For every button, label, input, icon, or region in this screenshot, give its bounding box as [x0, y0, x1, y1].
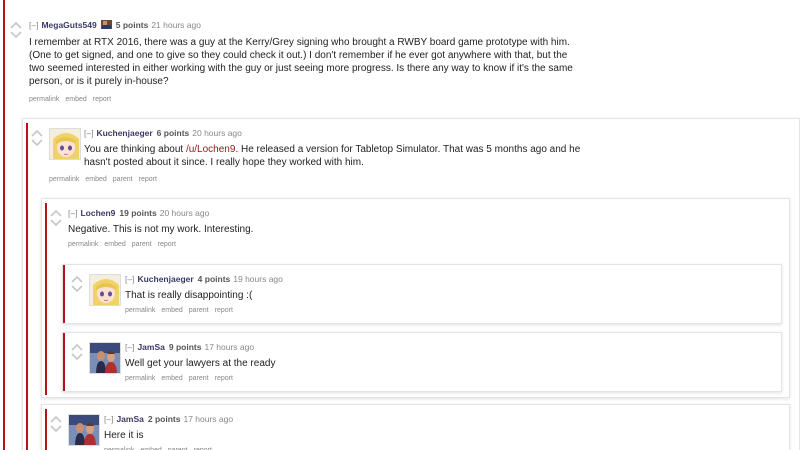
collapse-toggle[interactable]: [–]	[104, 414, 113, 424]
chevron-down-icon[interactable]	[70, 284, 84, 294]
author-link[interactable]: MegaGuts549	[41, 20, 96, 30]
report-link[interactable]: report	[139, 176, 157, 183]
embed-link[interactable]: embed	[161, 375, 182, 382]
chevron-up-icon[interactable]	[70, 342, 84, 352]
chevron-down-icon[interactable]	[30, 138, 44, 148]
timestamp: 20 hours ago	[159, 208, 210, 218]
comment-actions: permalink embed parent report	[49, 175, 163, 184]
comment-megaguts549: [–] MegaGuts549 5 points 21 hours ago I rem…	[0, 0, 800, 110]
report-link[interactable]: report	[215, 307, 233, 314]
collapse-toggle[interactable]: [–]	[29, 20, 38, 30]
comment-tagline: [–] Kuchenjaeger 6 points 20 hours ago	[84, 128, 242, 139]
comment-body: Well get your lawyers at the ready	[125, 358, 276, 369]
avatar[interactable]	[68, 414, 100, 446]
avatar[interactable]	[89, 274, 121, 306]
score: 9 points	[168, 342, 202, 352]
avatar[interactable]	[89, 342, 121, 374]
chevron-up-icon[interactable]	[30, 128, 44, 138]
embed-link[interactable]: embed	[85, 176, 106, 183]
score: 19 points	[119, 208, 157, 218]
score: 4 points	[197, 274, 231, 284]
permalink-link[interactable]: permalink	[125, 307, 155, 314]
vote-column	[9, 20, 23, 40]
report-link[interactable]: report	[215, 375, 233, 382]
author-link[interactable]: Kuchenjaeger	[137, 274, 193, 284]
parent-link[interactable]: parent	[189, 375, 209, 382]
vote-column	[49, 208, 63, 228]
comment-body: That is really disappointing :(	[125, 290, 253, 301]
embed-link[interactable]: embed	[65, 96, 86, 103]
comment-tagline: [–] Lochen9 19 points 20 hours ago	[68, 208, 209, 219]
comment-body: Here it is	[104, 430, 144, 441]
user-mention-link[interactable]: /u/Lochen9	[186, 144, 236, 155]
permalink-link[interactable]: permalink	[125, 375, 155, 382]
vote-column	[49, 414, 63, 434]
timestamp: 21 hours ago	[151, 20, 201, 30]
body-text: You are thinking about	[84, 144, 186, 155]
collapse-toggle[interactable]: [–]	[125, 274, 134, 284]
chevron-down-icon[interactable]	[49, 424, 63, 434]
comment-jamsa: [–] JamSa 9 points 17 hours ago Well get yo…	[62, 332, 782, 392]
permalink-link[interactable]: permalink	[29, 96, 59, 103]
comment-tagline: [–] JamSa 9 points 17 hours ago	[125, 342, 254, 353]
chevron-up-icon[interactable]	[9, 20, 23, 30]
vote-column	[70, 342, 84, 362]
chevron-down-icon[interactable]	[49, 218, 63, 228]
collapse-toggle[interactable]: [–]	[125, 342, 134, 352]
parent-link[interactable]: parent	[189, 307, 209, 314]
comment-actions: permalink embed parent report	[125, 374, 239, 383]
comment-kuchenjaeger-reply: [–] Kuchenjaeger 4 points 19 hours ago That…	[62, 264, 782, 324]
permalink-link[interactable]: permalink	[68, 241, 98, 248]
vote-column	[70, 274, 84, 294]
author-link[interactable]: JamSa	[137, 342, 164, 352]
parent-link[interactable]: parent	[113, 176, 133, 183]
avatar[interactable]	[49, 128, 81, 160]
timestamp: 17 hours ago	[204, 342, 255, 352]
collapse-toggle[interactable]: [–]	[84, 128, 93, 138]
comment-actions: permalink embed report	[29, 95, 117, 104]
comment-lochen9: [–] Lochen9 19 points 20 hours ago Negative…	[41, 198, 790, 258]
comment-actions: permalinkembedparentreport	[104, 446, 218, 450]
chevron-up-icon[interactable]	[49, 414, 63, 424]
comment-actions: permalink embed parent report	[125, 306, 239, 315]
score: 5 points	[115, 20, 149, 30]
comment-actions: permalink embed parent report	[68, 240, 182, 249]
score: 6 points	[156, 128, 190, 138]
timestamp: 19 hours ago	[233, 274, 283, 284]
embed-link[interactable]: embed	[104, 241, 125, 248]
permalink-link[interactable]: permalink	[49, 176, 79, 183]
user-flair-icon	[100, 20, 112, 29]
parent-link[interactable]: parent	[132, 241, 152, 248]
chevron-up-icon[interactable]	[49, 208, 63, 218]
comment-body: I remember at RTX 2016, there was a guy …	[29, 37, 573, 87]
report-link[interactable]: report	[158, 241, 176, 248]
report-link[interactable]: report	[93, 96, 111, 103]
comment-jamsa-2: [–] JamSa 2 points 17 hours ago Here it is …	[41, 404, 790, 450]
author-link[interactable]: Lochen9	[80, 208, 115, 218]
timestamp: 17 hours ago	[183, 414, 234, 424]
comment-tagline: [–] MegaGuts549 5 points 21 hours ago	[29, 20, 201, 31]
timestamp: 20 hours ago	[192, 128, 242, 138]
chevron-down-icon[interactable]	[9, 30, 23, 40]
collapse-toggle[interactable]: [–]	[68, 208, 77, 218]
comment-body: You are thinking about /u/Lochen9. He re…	[84, 143, 604, 169]
chevron-up-icon[interactable]	[70, 274, 84, 284]
comment-tagline: [–] JamSa 2 points 17 hours ago	[104, 414, 233, 425]
vote-column	[30, 128, 44, 148]
comment-tagline: [–] Kuchenjaeger 4 points 19 hours ago	[125, 274, 283, 285]
score: 2 points	[147, 414, 181, 424]
author-link[interactable]: Kuchenjaeger	[96, 128, 152, 138]
comment-body: Negative. This is not my work. Interesti…	[68, 224, 254, 235]
embed-link[interactable]: embed	[161, 307, 182, 314]
author-link[interactable]: JamSa	[116, 414, 143, 424]
chevron-down-icon[interactable]	[70, 352, 84, 362]
comment-kuchenjaeger: [–] Kuchenjaeger 6 points 20 hours ago You …	[22, 118, 800, 198]
